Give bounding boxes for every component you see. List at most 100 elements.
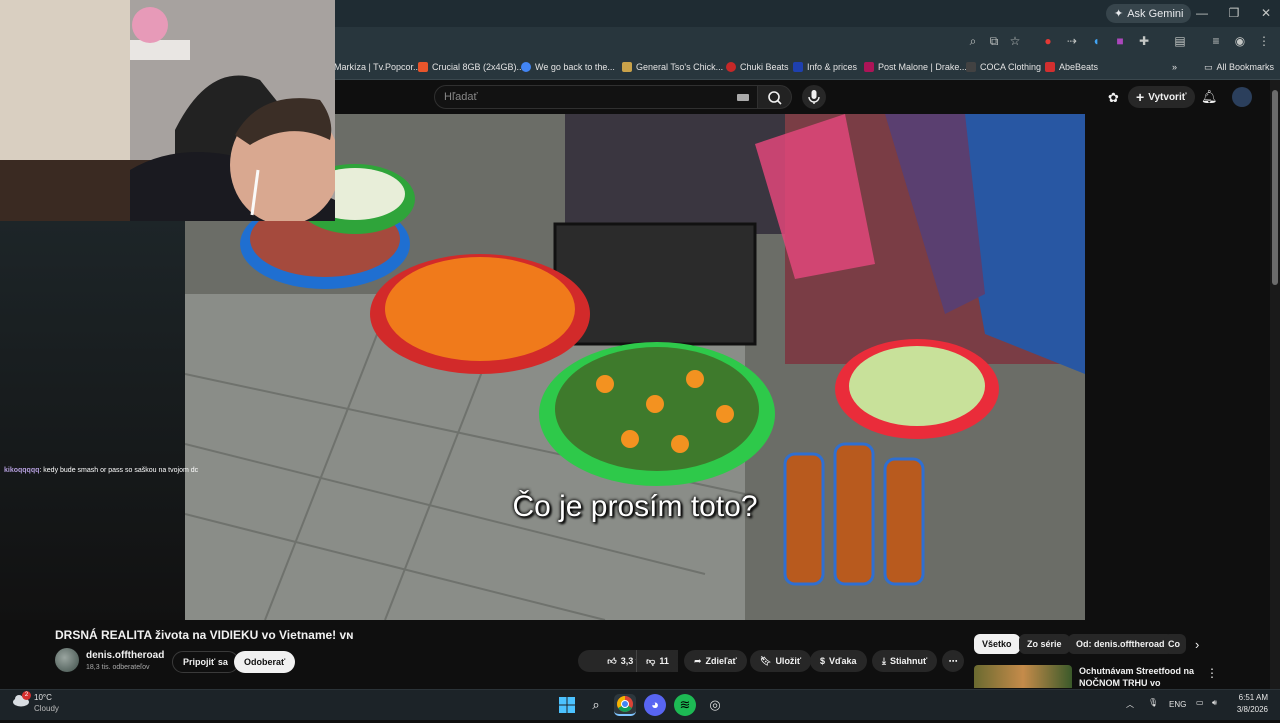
bookmark-item[interactable]: COCA Clothing xyxy=(966,58,1041,76)
microphone-icon xyxy=(808,90,820,104)
super-thanks-icon: $ xyxy=(820,656,826,666)
extension-purple-icon[interactable]: ■ xyxy=(1110,31,1130,51)
extension-audio-icon[interactable]: ◖ xyxy=(1086,31,1106,51)
tray-mic-icon[interactable]: 🎙︎ xyxy=(1148,698,1158,707)
thanks-button[interactable]: $ Vďaka xyxy=(810,650,867,672)
bookmark-item[interactable]: Chuki Beats xyxy=(726,58,789,76)
share-arrow-icon: ➦ xyxy=(694,655,702,666)
clock-date[interactable]: 3/8/2026 xyxy=(1234,705,1268,714)
download-button[interactable]: ⤓ Stiahnuť xyxy=(872,650,938,672)
chrome-icon[interactable] xyxy=(614,694,636,716)
chip-all[interactable]: Všetko xyxy=(974,634,1020,654)
input-language[interactable]: ENG xyxy=(1169,700,1186,709)
chrome-logo-icon xyxy=(617,696,633,712)
account-avatar[interactable] xyxy=(1232,87,1252,107)
save-button[interactable]: 🔖︎ Uložiť xyxy=(750,650,812,672)
side-panel-icon[interactable]: ▤ xyxy=(1170,31,1190,51)
close-icon[interactable]: ✕ xyxy=(1252,4,1280,22)
bookmark-favicon xyxy=(1045,62,1055,72)
zoom-icon[interactable]: ⌕ xyxy=(963,31,983,51)
bookmark-favicon xyxy=(966,62,976,72)
ask-gemini-button[interactable]: ✦ Ask Gemini xyxy=(1106,4,1192,23)
chip-from-channel[interactable]: Od: denis.offtheroad xyxy=(1068,634,1173,654)
profile-avatar-icon[interactable]: ◉ xyxy=(1230,31,1250,51)
create-button[interactable]: + Vytvoriť xyxy=(1128,86,1195,108)
bookmark-item[interactable]: Info & prices xyxy=(793,58,857,76)
minimize-icon[interactable]: — xyxy=(1188,4,1216,22)
recommended-more-icon[interactable]: ⋮ xyxy=(1206,666,1218,680)
weather-condition[interactable]: Cloudy xyxy=(34,704,59,713)
bookmark-favicon xyxy=(622,62,632,72)
taskbar-search-icon[interactable]: ⌕ xyxy=(585,694,607,716)
dislike-button[interactable]: 👎︎ 11 xyxy=(636,650,678,672)
subscribe-button[interactable]: Odoberať xyxy=(234,651,296,673)
bookmark-item[interactable]: Markíza | Tv.Popcor... xyxy=(334,58,421,76)
bookmark-item[interactable]: Crucial 8GB (2x4GB)... xyxy=(418,58,524,76)
chevron-right-icon[interactable]: › xyxy=(1195,637,1199,652)
media-controls-icon[interactable]: ≡ xyxy=(1206,31,1226,51)
bookmarks-overflow-icon[interactable]: » xyxy=(1172,58,1177,76)
share-button[interactable]: ➦ Zdieľať xyxy=(684,650,747,672)
windows-taskbar xyxy=(0,689,1280,720)
ask-gemini-label: Ask Gemini xyxy=(1127,7,1184,20)
scrollbar-thumb[interactable] xyxy=(1272,90,1278,285)
bookmark-favicon xyxy=(726,62,736,72)
search-input[interactable]: Hľadať xyxy=(434,85,758,109)
weather-temperature[interactable]: 10°C xyxy=(34,693,52,702)
bookmark-favicon xyxy=(521,62,531,72)
folder-icon: ▭ xyxy=(1204,61,1213,72)
bookmark-star-icon[interactable]: ☆ xyxy=(1005,31,1025,51)
chip-from-series[interactable]: Zo série xyxy=(1019,634,1070,654)
channel-name[interactable]: denis.offtheroad xyxy=(86,650,164,661)
extension-red-icon[interactable]: ● xyxy=(1038,31,1058,51)
extension-arrow-icon[interactable]: ⇢ xyxy=(1062,31,1082,51)
download-icon: ⤓ xyxy=(882,655,886,666)
subscriber-count: 18,3 tis. odberateľov xyxy=(86,664,150,671)
video-title: DRSNÁ REALITA života na VIDIEKU vo Vietn… xyxy=(55,628,354,642)
stream-chat-panel xyxy=(0,221,185,620)
notifications-bell-icon[interactable]: 🔔︎ xyxy=(1201,89,1218,105)
recommended-thumbnail[interactable] xyxy=(974,665,1072,688)
plus-icon: + xyxy=(1136,89,1145,105)
network-icon[interactable]: ▭ xyxy=(1196,698,1204,707)
thumbs-down-icon: 👎︎ xyxy=(646,655,656,666)
bookmark-icon: 🔖︎ xyxy=(760,655,772,666)
chip-co[interactable]: Co xyxy=(1164,634,1186,654)
maximize-icon[interactable]: ❐ xyxy=(1220,4,1248,22)
clock-time[interactable]: 6:51 AM xyxy=(1234,693,1268,702)
all-bookmarks-button[interactable]: ▭ All Bookmarks xyxy=(1204,58,1274,76)
search-button[interactable] xyxy=(758,85,792,109)
sparkle-icon: ✦ xyxy=(1114,8,1124,20)
more-actions-icon[interactable]: ⋯ xyxy=(942,650,964,672)
streamer-webcam xyxy=(0,0,335,221)
bookmark-item[interactable]: We go back to the... xyxy=(521,58,615,76)
bookmark-item[interactable]: General Tso's Chick... xyxy=(622,58,723,76)
start-windows-icon[interactable] xyxy=(556,694,578,716)
bookmark-favicon xyxy=(864,62,874,72)
search-icon xyxy=(768,91,782,105)
install-app-icon[interactable]: ⧉ xyxy=(984,31,1004,51)
volume-icon[interactable]: 🔊︎ xyxy=(1212,698,1217,708)
windows-logo-icon xyxy=(559,697,575,713)
bookmark-favicon xyxy=(793,62,803,72)
tray-overflow-icon[interactable]: ︿ xyxy=(1126,699,1134,710)
bookmark-item[interactable]: Post Malone | Drake... xyxy=(864,58,967,76)
channel-avatar[interactable] xyxy=(55,648,79,672)
video-subtitle: Čo je prosím toto? xyxy=(512,490,758,523)
join-button[interactable]: Pripojiť sa xyxy=(172,651,239,673)
chat-username: kikoqqqqq xyxy=(4,467,40,474)
obs-icon[interactable]: ◎ xyxy=(704,694,726,716)
thumbs-up-icon: 👍︎ xyxy=(607,655,617,666)
webcam-image xyxy=(0,0,335,221)
chat-message: kikoqqqqq: kedy bude smash or pass so sa… xyxy=(4,467,198,474)
extensions-puzzle-icon[interactable]: ✚ xyxy=(1134,31,1154,51)
bookmark-favicon xyxy=(418,62,428,72)
more-options-icon[interactable]: ⋮ xyxy=(1254,31,1274,51)
bookmark-item[interactable]: AbeBeats xyxy=(1045,58,1098,76)
spotify-icon[interactable]: ≋ xyxy=(674,694,696,716)
voice-search-button[interactable] xyxy=(802,85,826,109)
discord-icon[interactable]: ◕ xyxy=(644,694,666,716)
sparkle-settings-icon[interactable]: ✿ xyxy=(1108,90,1119,106)
keyboard-icon[interactable] xyxy=(737,94,749,101)
weather-badge: 2 xyxy=(22,691,31,700)
